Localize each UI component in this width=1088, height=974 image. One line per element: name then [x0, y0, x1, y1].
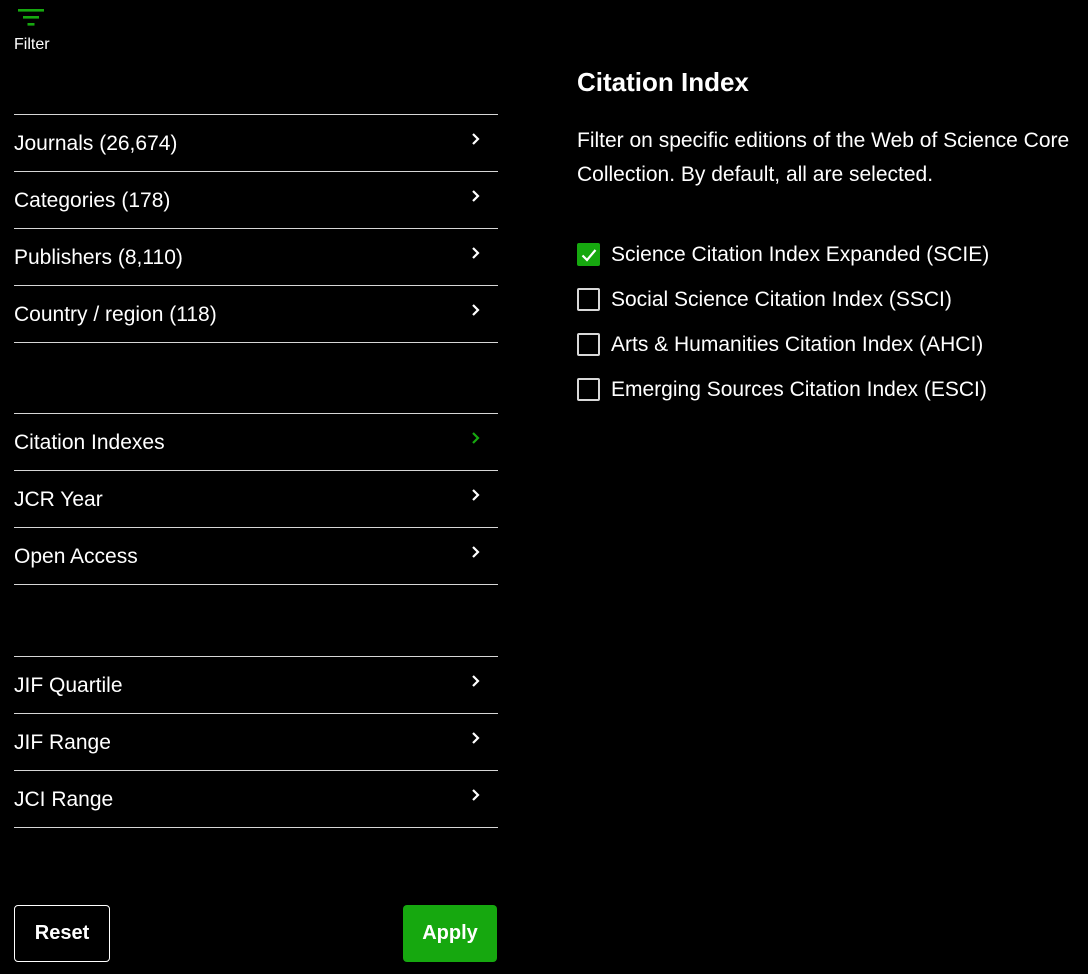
- chevron-right-icon: [470, 488, 482, 502]
- filter-lines-icon: [18, 9, 44, 26]
- filter-item-label: JCI Range: [14, 788, 114, 811]
- filter-group-metrics: JIF Quartile JIF Range JCI Range: [14, 656, 498, 828]
- option-ahci[interactable]: Arts & Humanities Citation Index (AHCI): [577, 322, 1088, 367]
- chevron-right-icon: [470, 246, 482, 260]
- filter-group-editions: Citation Indexes JCR Year Open Access: [14, 413, 498, 585]
- option-label: Emerging Sources Citation Index (ESCI): [611, 377, 987, 401]
- filter-item-categories[interactable]: Categories (178): [14, 172, 498, 229]
- option-label: Science Citation Index Expanded (SCIE): [611, 242, 990, 266]
- option-label: Arts & Humanities Citation Index (AHCI): [611, 332, 984, 356]
- filter-item-open-access[interactable]: Open Access: [14, 528, 498, 585]
- apply-button[interactable]: Apply: [403, 905, 497, 962]
- reset-button[interactable]: Reset: [14, 905, 110, 962]
- option-ssci[interactable]: Social Science Citation Index (SSCI): [577, 277, 1088, 322]
- filter-item-label: Citation Indexes: [14, 431, 165, 454]
- filter-toggle-button[interactable]: Filter: [14, 6, 60, 54]
- chevron-right-icon: [470, 132, 482, 146]
- option-esci[interactable]: Emerging Sources Citation Index (ESCI): [577, 367, 1088, 412]
- filter-item-label: JCR Year: [14, 488, 103, 511]
- chevron-right-icon: [470, 731, 482, 745]
- filter-item-journals[interactable]: Journals (26,674): [14, 115, 498, 172]
- filter-item-publishers[interactable]: Publishers (8,110): [14, 229, 498, 286]
- filter-group-counts: Journals (26,674) Categories (178) Publi…: [14, 114, 498, 343]
- checkmark-icon: [581, 248, 596, 262]
- filter-item-label: Country / region (118): [14, 303, 217, 326]
- filter-item-label: Journals (26,674): [14, 132, 178, 155]
- checkbox-checked[interactable]: [577, 243, 600, 266]
- option-scie[interactable]: Science Citation Index Expanded (SCIE): [577, 232, 1088, 277]
- filter-item-country-region[interactable]: Country / region (118): [14, 286, 498, 343]
- filter-item-label: JIF Quartile: [14, 674, 123, 697]
- filter-label: Filter: [14, 36, 50, 53]
- filter-item-label: Open Access: [14, 545, 138, 568]
- chevron-right-icon: [470, 545, 482, 559]
- filter-item-jif-quartile[interactable]: JIF Quartile: [14, 657, 498, 714]
- panel-description: Filter on specific editions of the Web o…: [577, 129, 1070, 186]
- filter-item-label: Publishers (8,110): [14, 246, 183, 269]
- checkbox-unchecked[interactable]: [577, 378, 600, 401]
- filter-item-citation-indexes[interactable]: Citation Indexes: [14, 414, 498, 471]
- chevron-right-icon: [470, 431, 482, 445]
- filter-item-jcr-year[interactable]: JCR Year: [14, 471, 498, 528]
- filter-item-jif-range[interactable]: JIF Range: [14, 714, 498, 771]
- filter-item-label: Categories (178): [14, 189, 171, 212]
- chevron-right-icon: [470, 189, 482, 203]
- option-label: Social Science Citation Index (SSCI): [611, 287, 952, 311]
- citation-index-panel: Citation Index Filter on specific editio…: [577, 64, 1088, 412]
- chevron-right-icon: [470, 674, 482, 688]
- filter-item-jci-range[interactable]: JCI Range: [14, 771, 498, 828]
- checkbox-unchecked[interactable]: [577, 288, 600, 311]
- chevron-right-icon: [470, 788, 482, 802]
- filter-page: Filter Journals (26,674) Categories (178…: [0, 0, 1088, 974]
- citation-index-options: Science Citation Index Expanded (SCIE) S…: [577, 232, 1088, 412]
- chevron-right-icon: [470, 303, 482, 317]
- checkbox-unchecked[interactable]: [577, 333, 600, 356]
- panel-title: Citation Index: [577, 67, 749, 97]
- filter-item-label: JIF Range: [14, 731, 111, 754]
